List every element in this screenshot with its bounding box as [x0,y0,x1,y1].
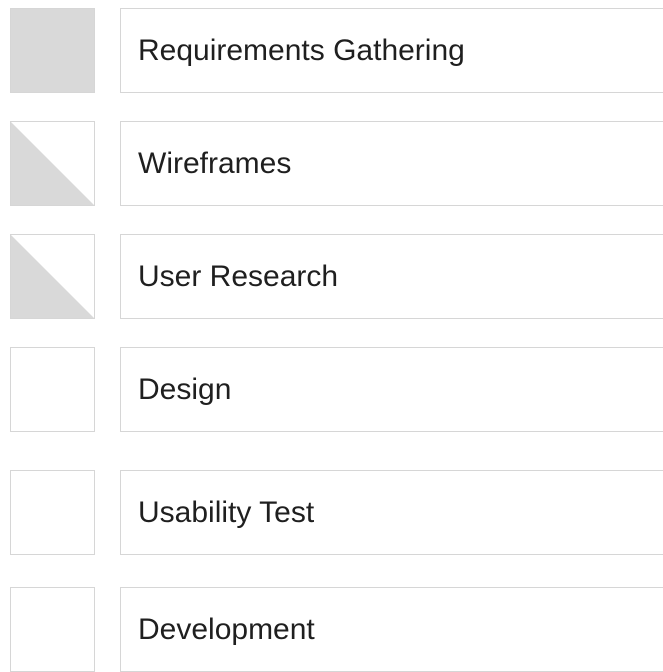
task-row-development: Development [0,587,663,672]
task-label: Usability Test [138,496,315,529]
task-card[interactable]: Development [120,587,663,672]
status-half-icon [11,122,94,205]
task-label: User Research [138,260,339,293]
task-row-requirements-gathering: Requirements Gathering [0,8,663,93]
task-card[interactable]: Requirements Gathering [120,8,663,93]
task-card[interactable]: Usability Test [120,470,663,555]
status-complete-icon [11,9,94,92]
status-empty-icon [11,471,94,554]
status-indicator[interactable] [10,347,95,432]
status-empty-icon [11,348,94,431]
status-empty-icon [11,588,94,671]
status-half-icon [11,235,94,318]
task-row-user-research: User Research [0,234,663,319]
task-row-wireframes: Wireframes [0,121,663,206]
task-card[interactable]: Design [120,347,663,432]
task-row-usability-test: Usability Test [0,470,663,555]
task-label: Development [138,613,315,646]
task-label: Requirements Gathering [138,34,465,67]
task-label: Wireframes [138,147,292,180]
task-list: Requirements Gathering Wireframes User R… [0,0,663,672]
status-indicator[interactable] [10,121,95,206]
status-indicator[interactable] [10,234,95,319]
task-card[interactable]: User Research [120,234,663,319]
status-indicator[interactable] [10,470,95,555]
task-row-design: Design [0,347,663,432]
task-label: Design [138,373,232,406]
status-indicator[interactable] [10,8,95,93]
task-card[interactable]: Wireframes [120,121,663,206]
status-indicator[interactable] [10,587,95,672]
